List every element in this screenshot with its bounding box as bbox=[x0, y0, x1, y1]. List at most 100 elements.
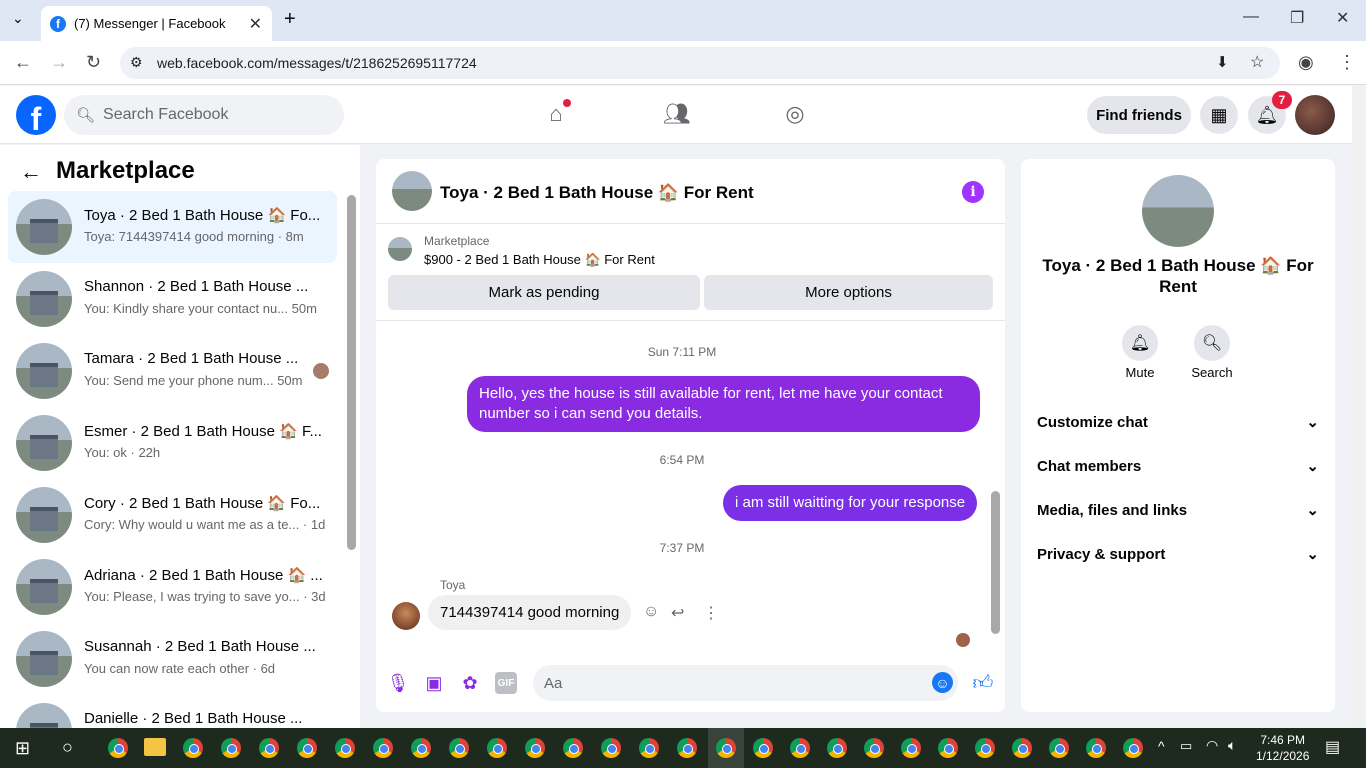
page-scrollbar[interactable] bbox=[1352, 86, 1366, 728]
site-info-icon[interactable]: ⚙ bbox=[130, 54, 143, 71]
close-tab-icon[interactable]: ✕ bbox=[249, 14, 262, 34]
privacy-support-section[interactable]: Privacy & support ⌄ bbox=[1037, 542, 1319, 566]
back-icon[interactable]: ← bbox=[14, 52, 32, 73]
chrome-taskbar-icon[interactable] bbox=[753, 738, 773, 758]
chrome-taskbar-icon[interactable] bbox=[975, 738, 995, 758]
received-message[interactable]: 7144397414 good morning bbox=[428, 595, 632, 630]
conversation-item[interactable]: Cory · 2 Bed 1 Bath House 🏠 Fo... Cory: … bbox=[8, 479, 337, 551]
chrome-taskbar-icon[interactable] bbox=[411, 738, 431, 758]
find-friends-button[interactable]: Find friends bbox=[1087, 96, 1191, 134]
windows-start-icon[interactable]: ⊞ bbox=[15, 738, 30, 759]
install-app-icon[interactable]: ⬇ bbox=[1216, 53, 1229, 71]
network-icon[interactable]: ◠ bbox=[1206, 737, 1218, 754]
battery-icon[interactable]: ▭ bbox=[1180, 738, 1192, 754]
media-files-links-section[interactable]: Media, files and links ⌄ bbox=[1037, 498, 1319, 522]
chat-title[interactable]: Toya · 2 Bed 1 Bath House 🏠 For Rent bbox=[440, 183, 754, 203]
gif-icon[interactable]: GIF bbox=[495, 672, 517, 694]
chrome-taskbar-icon[interactable] bbox=[183, 738, 203, 758]
chrome-taskbar-icon[interactable] bbox=[864, 738, 884, 758]
browser-tab[interactable]: f (7) Messenger | Facebook ✕ bbox=[41, 6, 272, 41]
chrome-taskbar-icon[interactable] bbox=[716, 738, 736, 758]
notification-center-icon[interactable]: ▤ bbox=[1325, 737, 1340, 757]
chrome-taskbar-icon[interactable] bbox=[677, 738, 697, 758]
forward-icon[interactable]: → bbox=[50, 52, 68, 73]
chrome-taskbar-icon[interactable] bbox=[827, 738, 847, 758]
menu-grid-icon[interactable]: ▦ bbox=[1200, 96, 1238, 134]
chat-scrollbar[interactable] bbox=[991, 491, 1000, 634]
listing-profile-picture[interactable] bbox=[1142, 175, 1214, 247]
chrome-taskbar-icon[interactable] bbox=[259, 738, 279, 758]
conversation-item[interactable]: Danielle · 2 Bed 1 Bath House ... bbox=[8, 695, 337, 728]
facebook-search-input[interactable]: 🔍︎ Search Facebook bbox=[64, 95, 344, 135]
listing-price-title[interactable]: $900 - 2 Bed 1 Bath House 🏠 For Rent bbox=[424, 252, 655, 268]
thumbs-up-icon[interactable]: 👍︎ bbox=[972, 672, 994, 694]
url-field[interactable]: ⚙ web.facebook.com/messages/t/2186252695… bbox=[120, 47, 1280, 79]
minimize-icon[interactable]: — bbox=[1243, 8, 1259, 26]
sidebar-scrollbar[interactable] bbox=[347, 195, 356, 550]
system-clock[interactable]: 7:46 PM 1/12/2026 bbox=[1256, 732, 1309, 764]
bookmark-star-icon[interactable]: ☆ bbox=[1250, 52, 1264, 72]
restore-icon[interactable]: ❐ bbox=[1290, 8, 1304, 28]
chrome-taskbar-icon[interactable] bbox=[1049, 738, 1069, 758]
friends-icon[interactable]: 👥︎ bbox=[663, 101, 691, 127]
chrome-taskbar-icon[interactable] bbox=[1123, 738, 1143, 758]
chrome-taskbar-icon[interactable] bbox=[901, 738, 921, 758]
sent-message[interactable]: i am still waitting for your response bbox=[723, 485, 978, 521]
account-avatar[interactable] bbox=[1295, 95, 1335, 135]
conversation-item[interactable]: Susannah · 2 Bed 1 Bath House ... You ca… bbox=[8, 623, 337, 695]
profile-icon[interactable]: ◉ bbox=[1298, 52, 1314, 73]
chrome-taskbar-icon[interactable] bbox=[108, 738, 128, 758]
reload-icon[interactable]: ↻ bbox=[86, 52, 101, 73]
photo-icon[interactable]: ▣ bbox=[423, 672, 445, 694]
chrome-taskbar-icon[interactable] bbox=[1086, 738, 1106, 758]
facebook-logo-icon[interactable]: f bbox=[16, 95, 56, 135]
react-smiley-icon[interactable]: ☺ bbox=[643, 603, 659, 621]
conversation-item[interactable]: Adriana · 2 Bed 1 Bath House 🏠 ... You: … bbox=[8, 551, 337, 623]
chat-members-section[interactable]: Chat members ⌄ bbox=[1037, 454, 1319, 478]
browser-menu-icon[interactable]: ⋮ bbox=[1338, 52, 1356, 73]
chrome-taskbar-icon[interactable] bbox=[938, 738, 958, 758]
customize-chat-section[interactable]: Customize chat ⌄ bbox=[1037, 410, 1319, 434]
sticker-icon[interactable]: ✿ bbox=[459, 672, 481, 694]
file-explorer-icon[interactable] bbox=[144, 738, 166, 756]
home-icon[interactable]: ⌂ bbox=[543, 99, 571, 127]
more-options-button[interactable]: More options bbox=[704, 275, 993, 310]
more-actions-icon[interactable]: ⋮ bbox=[703, 603, 719, 623]
mark-as-pending-button[interactable]: Mark as pending bbox=[388, 275, 700, 310]
groups-icon[interactable]: ◎ bbox=[782, 101, 808, 127]
info-icon[interactable]: i bbox=[962, 181, 984, 203]
conversation-item[interactable]: Tamara · 2 Bed 1 Bath House ... You: Sen… bbox=[8, 335, 337, 407]
chrome-taskbar-icon[interactable] bbox=[790, 738, 810, 758]
chat-listing-thumbnail[interactable] bbox=[392, 171, 432, 211]
chrome-taskbar-icon[interactable] bbox=[601, 738, 621, 758]
mute-bell-icon[interactable]: 🔔︎ bbox=[1122, 325, 1158, 361]
tab-list-icon[interactable]: ⌄ bbox=[12, 10, 24, 27]
chrome-taskbar-icon[interactable] bbox=[449, 738, 469, 758]
chrome-taskbar-icon[interactable] bbox=[221, 738, 241, 758]
window-close-icon[interactable]: ✕ bbox=[1336, 8, 1349, 28]
chrome-taskbar-icon[interactable] bbox=[373, 738, 393, 758]
new-tab-icon[interactable]: + bbox=[284, 8, 296, 31]
message-input[interactable]: Aa bbox=[533, 665, 958, 701]
search-conversation-icon[interactable]: 🔍︎ bbox=[1194, 325, 1230, 361]
task-view-icon[interactable]: ○ bbox=[62, 737, 73, 758]
chrome-taskbar-icon[interactable] bbox=[563, 738, 583, 758]
chrome-taskbar-icon[interactable] bbox=[335, 738, 355, 758]
chrome-taskbar-icon[interactable] bbox=[297, 738, 317, 758]
chrome-taskbar-icon[interactable] bbox=[525, 738, 545, 758]
conversation-item[interactable]: Shannon · 2 Bed 1 Bath House ... You: Ki… bbox=[8, 263, 337, 335]
reply-icon[interactable]: ↩ bbox=[671, 603, 684, 623]
conversation-item[interactable]: Esmer · 2 Bed 1 Bath House 🏠 F... You: o… bbox=[8, 407, 337, 479]
microphone-icon[interactable]: 🎙︎ bbox=[387, 672, 410, 694]
chrome-taskbar-icon[interactable] bbox=[639, 738, 659, 758]
chrome-taskbar-icon[interactable] bbox=[487, 738, 507, 758]
conversation-item[interactable]: Toya · 2 Bed 1 Bath House 🏠 Fo... Toya: … bbox=[8, 191, 337, 263]
back-arrow-icon[interactable]: ← bbox=[20, 159, 42, 185]
listing-mini-thumbnail[interactable] bbox=[388, 237, 412, 261]
volume-icon[interactable]: 🔈︎ bbox=[1228, 737, 1236, 754]
tray-overflow-icon[interactable]: ^ bbox=[1158, 738, 1165, 754]
sender-avatar[interactable] bbox=[392, 602, 420, 630]
emoji-icon[interactable]: ☺ bbox=[932, 672, 953, 693]
chrome-taskbar-icon[interactable] bbox=[1012, 738, 1032, 758]
sent-message[interactable]: Hello, yes the house is still available … bbox=[467, 376, 980, 432]
